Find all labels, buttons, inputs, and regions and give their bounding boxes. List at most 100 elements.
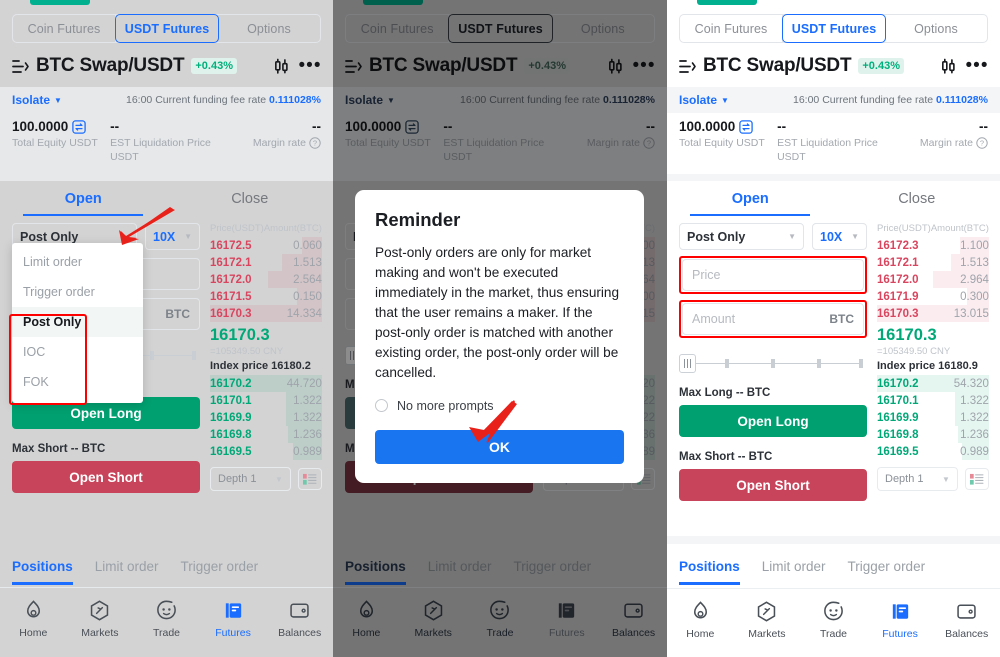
help-question-icon[interactable]: ? xyxy=(976,137,988,149)
section-divider-band xyxy=(667,174,1000,182)
nav-home[interactable]: Home xyxy=(667,600,734,640)
order-type-select[interactable]: Post Only ▼ xyxy=(679,223,804,251)
tab-options[interactable]: Options xyxy=(885,15,987,42)
dropdown-item-limit-order[interactable]: Limit order xyxy=(12,247,143,277)
nav-markets[interactable]: Markets xyxy=(734,600,801,640)
total-equity-value-wrap: 100.0000 xyxy=(679,119,777,134)
order-type-dropdown[interactable]: Limit order Trigger order Post Only IOC … xyxy=(12,243,143,403)
ask-row[interactable]: 16171.5 0.150 xyxy=(210,288,322,306)
bid-price: 16169.8 xyxy=(877,428,919,441)
tab-coin-futures[interactable]: Coin Futures xyxy=(13,15,116,42)
dropdown-item-ioc[interactable]: IOC xyxy=(12,337,143,367)
bid-row[interactable]: 16170.2 44.720 xyxy=(210,375,322,393)
bid-row[interactable]: 16169.9 1.322 xyxy=(210,409,322,427)
product-tabs: Coin Futures USDT Futures Options xyxy=(679,14,988,43)
ask-row[interactable]: 16171.9 0.300 xyxy=(877,288,989,306)
tab-limit-order[interactable]: Limit order xyxy=(762,548,826,585)
ask-row[interactable]: 16172.0 2.564 xyxy=(210,271,322,289)
depth-select[interactable]: Depth 1 ▼ xyxy=(877,467,958,492)
currency-swap-icon[interactable] xyxy=(739,119,754,134)
ask-row[interactable]: 16172.0 2.964 xyxy=(877,271,989,289)
margin-mode-label: Isolate xyxy=(12,93,51,107)
nav-home-label: Home xyxy=(686,628,715,640)
panel-dropdown-open: Coin Futures USDT Futures Options BTC Sw… xyxy=(0,0,333,657)
bid-row[interactable]: 16170.2 54.320 xyxy=(877,375,989,393)
nav-markets[interactable]: Markets xyxy=(67,599,134,639)
tab-usdt-futures[interactable]: USDT Futures xyxy=(782,14,886,43)
more-options-icon[interactable]: ••• xyxy=(966,56,988,76)
tab-trigger-order[interactable]: Trigger order xyxy=(848,548,926,585)
orderbook-layout-icon[interactable] xyxy=(297,468,322,491)
candlestick-chart-icon[interactable] xyxy=(270,56,292,76)
chevron-down-icon: ▼ xyxy=(851,232,859,242)
tab-coin-futures[interactable]: Coin Futures xyxy=(680,15,783,42)
dropdown-item-post-only[interactable]: Post Only xyxy=(12,307,143,337)
tab-close[interactable]: Close xyxy=(834,181,1000,216)
ask-row[interactable]: 16172.1 1.513 xyxy=(210,254,322,272)
tab-open[interactable]: Open xyxy=(667,181,834,216)
total-equity-value: 100.0000 xyxy=(12,119,69,134)
tab-limit-order[interactable]: Limit order xyxy=(95,548,159,585)
open-long-button[interactable]: Open Long xyxy=(679,405,867,438)
depth-value: Depth 1 xyxy=(218,473,257,486)
nav-trade[interactable]: Trade xyxy=(133,599,200,639)
amount-input[interactable]: Amount BTC xyxy=(682,303,864,336)
nav-futures[interactable]: Futures xyxy=(867,600,934,640)
dropdown-item-trigger-order[interactable]: Trigger order xyxy=(12,277,143,307)
bid-row[interactable]: 16169.5 0.989 xyxy=(877,443,989,461)
svg-text:?: ? xyxy=(980,139,984,148)
ask-row[interactable]: 16172.5 0.060 xyxy=(210,237,322,255)
margin-mode-selector[interactable]: Isolate ▼ xyxy=(679,93,729,107)
price-change-badge: +0.43% xyxy=(858,58,904,74)
price-input[interactable]: Price xyxy=(682,259,864,292)
price-change-badge: +0.43% xyxy=(191,58,237,74)
slider-handle[interactable] xyxy=(679,353,696,373)
bid-row[interactable]: 16169.5 0.989 xyxy=(210,443,322,461)
tab-positions[interactable]: Positions xyxy=(12,548,73,585)
depth-select[interactable]: Depth 1 ▼ xyxy=(210,467,291,492)
open-short-button[interactable]: Open Short xyxy=(12,461,200,494)
nav-trade[interactable]: Trade xyxy=(800,600,867,640)
bid-row[interactable]: 16169.8 1.236 xyxy=(877,426,989,444)
pair-list-icon[interactable] xyxy=(679,59,696,74)
currency-swap-icon[interactable] xyxy=(72,119,87,134)
nav-futures[interactable]: Futures xyxy=(200,599,267,639)
pair-list-icon[interactable] xyxy=(12,59,29,74)
bid-row[interactable]: 16170.1 1.322 xyxy=(210,392,322,410)
bid-row[interactable]: 16170.1 1.322 xyxy=(877,392,989,410)
order-form: Post Only ▼ 10X ▼ Price Amount BTC Max L… xyxy=(679,223,867,502)
ask-row[interactable]: 16170.3 13.015 xyxy=(877,305,989,323)
more-options-icon[interactable]: ••• xyxy=(299,56,321,76)
candlestick-chart-icon[interactable] xyxy=(937,56,959,76)
bid-amount: 44.720 xyxy=(286,377,322,390)
orderbook-layout-icon[interactable] xyxy=(964,468,989,491)
open-short-button[interactable]: Open Short xyxy=(679,469,867,502)
ask-row[interactable]: 16170.3 14.334 xyxy=(210,305,322,323)
bid-row[interactable]: 16169.9 1.322 xyxy=(877,409,989,427)
ask-row[interactable]: 16172.3 1.100 xyxy=(877,237,989,255)
ask-row[interactable]: 16172.1 1.513 xyxy=(877,254,989,272)
liquidation-label: EST Liquidation Price USDT xyxy=(777,137,878,164)
amount-input-highlight: Amount BTC xyxy=(679,300,867,339)
leverage-select[interactable]: 10X ▼ xyxy=(812,223,867,251)
price-placeholder: Price xyxy=(692,268,721,283)
bid-row[interactable]: 16169.8 1.236 xyxy=(210,426,322,444)
tab-usdt-futures[interactable]: USDT Futures xyxy=(115,14,219,43)
status-accent-bar xyxy=(30,0,90,5)
bid-price: 16169.9 xyxy=(877,411,919,424)
amount-slider[interactable] xyxy=(679,353,867,373)
help-question-icon[interactable]: ? xyxy=(309,137,321,149)
dropdown-item-fok[interactable]: FOK xyxy=(12,367,143,397)
ask-amount: 1.513 xyxy=(960,256,989,269)
nav-balances[interactable]: Balances xyxy=(266,599,333,639)
liquidation-label: EST Liquidation Price USDT xyxy=(110,137,211,164)
tab-close[interactable]: Close xyxy=(167,181,334,216)
margin-mode-selector[interactable]: Isolate ▼ xyxy=(12,93,62,107)
nav-balances[interactable]: Balances xyxy=(933,600,1000,640)
order-book-header: Price(USDT) Amount(BTC) xyxy=(877,223,989,237)
tab-options[interactable]: Options xyxy=(218,15,320,42)
bid-price: 16170.1 xyxy=(877,394,919,407)
nav-home[interactable]: Home xyxy=(0,599,67,639)
tab-positions[interactable]: Positions xyxy=(679,548,740,585)
tab-trigger-order[interactable]: Trigger order xyxy=(181,548,259,585)
